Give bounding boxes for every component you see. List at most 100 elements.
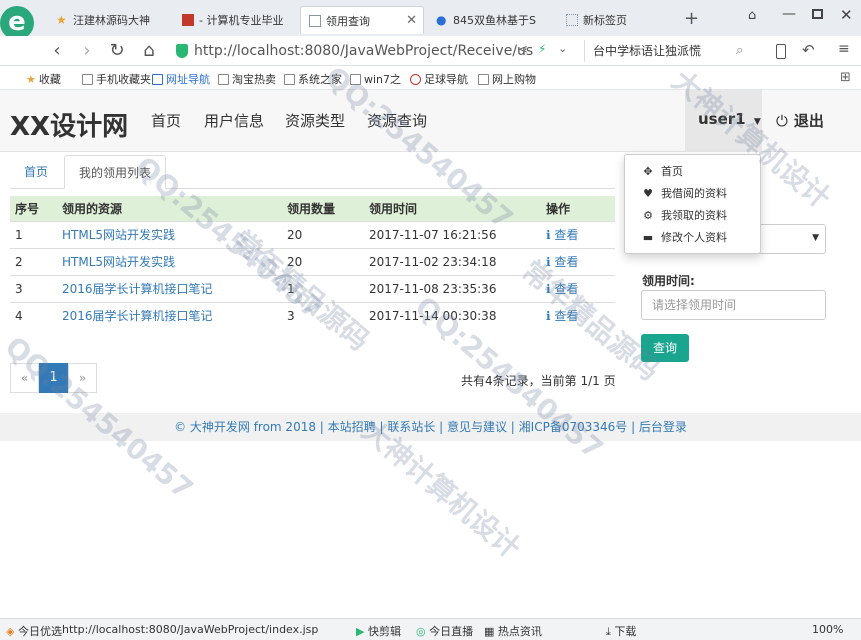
zoom-level[interactable]: 100% [812, 623, 843, 636]
search-input[interactable]: 台中学标语让独派慌 [584, 40, 756, 62]
header-no: 序号 [10, 196, 57, 221]
bookmark-item[interactable]: 手机收藏夹 [82, 71, 151, 87]
news-icon: ▦ [484, 625, 498, 638]
pager-next[interactable]: » [68, 363, 97, 393]
address-bar[interactable]: http://localhost:8080/JavaWebProject/Rec… [176, 40, 574, 62]
back-icon[interactable]: ‹ [46, 40, 68, 62]
folder-icon [218, 73, 229, 85]
query-button[interactable]: 查询 [641, 334, 689, 362]
apps-grid-icon[interactable]: ⊞ [840, 70, 851, 85]
nav-resource-query[interactable]: 资源查询 [367, 110, 427, 131]
card-icon: ▬ [642, 230, 654, 244]
download[interactable]: ⤓ 下载 [606, 623, 636, 639]
coupon-icon: ◈ [6, 625, 18, 638]
shirt-icon[interactable]: ⌂ [748, 8, 756, 23]
cell-no: 3 [10, 274, 57, 302]
quick-clip[interactable]: ▶ 快剪辑 [356, 623, 401, 639]
bookmark-item[interactable]: win7之 [350, 71, 401, 87]
view-button[interactable]: ℹ 查看 [546, 255, 578, 269]
close-tab-icon[interactable]: ✕ [406, 13, 417, 28]
hot-news[interactable]: ▦ 热点资讯 [484, 623, 542, 639]
bookmarks-bar: ★ 收藏 手机收藏夹 网址导航 淘宝热卖 系统之家 win7之 足球导航 网上购物… [0, 66, 861, 90]
lightning-icon[interactable]: ⚡ [538, 42, 546, 56]
play-icon: ▶ [356, 625, 368, 638]
browser-tab-bar: e ★ 汪建林源码大神 - 计算机专业毕业 领用查询 ✕ ● 845双鱼林基于S… [0, 0, 861, 40]
browser-tab-5[interactable]: 新标签页 [558, 6, 674, 34]
pager-current-page[interactable]: 1 [39, 363, 68, 393]
search-icon[interactable]: ⌕ [736, 43, 743, 58]
today-picks[interactable]: ◈ 今日优选 [6, 623, 62, 639]
nav-user-info[interactable]: 用户信息 [204, 110, 264, 131]
share-icon[interactable]: ⋖ [518, 42, 528, 56]
receive-time-input[interactable]: 请选择领用时间 [641, 290, 826, 320]
minimize-icon[interactable]: — [782, 6, 796, 22]
caret-down-icon: ▼ [812, 233, 819, 243]
pager-prev[interactable]: « [10, 363, 39, 393]
today-live[interactable]: ◎ 今日直播 [416, 623, 473, 639]
table-row: 3 2016届学长计算机接口笔记 1 2017-11-08 23:35:36 ℹ… [10, 274, 615, 302]
power-icon: ⏻ [776, 112, 788, 130]
folder-icon [350, 73, 361, 85]
site-brand[interactable]: XX设计网 [10, 106, 128, 143]
site-footer[interactable]: © 大神开发网 from 2018 | 本站招聘 | 联系站长 | 意见与建议 … [0, 413, 861, 441]
paw-icon: ● [436, 13, 447, 27]
cell-qty: 3 [282, 301, 364, 329]
bookmark-item[interactable]: 系统之家 [284, 71, 342, 87]
user-dropdown-menu: ✥ 首页 ♥ 我借阅的资料 ⚙ 我领取的资料 ▬ 修改个人资料 [624, 154, 761, 254]
bookmark-item[interactable]: 淘宝热卖 [218, 71, 276, 87]
forward-icon[interactable]: › [76, 40, 98, 62]
nav-resource-type[interactable]: 资源类型 [285, 110, 345, 131]
browser-logo-icon: e [0, 6, 34, 40]
new-tab-button[interactable]: + [684, 8, 699, 29]
table-row: 4 2016届学长计算机接口笔记 3 2017-11-14 00:30:38 ℹ… [10, 301, 615, 329]
resource-link[interactable]: HTML5网站开发实践 [62, 255, 175, 269]
nav-home[interactable]: 首页 [151, 110, 181, 131]
browser-tab-3-active[interactable]: 领用查询 ✕ [300, 6, 424, 34]
home-icon[interactable]: ⌂ [138, 40, 160, 62]
star-icon: ★ [26, 72, 36, 86]
crumb-my-receive-list[interactable]: 我的领用列表 [64, 155, 167, 189]
crumb-home[interactable]: 首页 [10, 155, 62, 189]
dropdown-item-home[interactable]: ✥ 首页 [625, 160, 760, 182]
maximize-icon[interactable] [812, 9, 823, 19]
cell-qty: 20 [282, 220, 364, 248]
undo-icon[interactable]: ↶ [802, 41, 815, 59]
cell-time: 2017-11-07 16:21:56 [364, 220, 541, 248]
dropdown-item-my-borrowed[interactable]: ♥ 我借阅的资料 [625, 182, 760, 204]
cell-no: 2 [10, 247, 57, 275]
table-header-row: 序号 领用的资源 领用数量 领用时间 操作 [10, 196, 615, 221]
browser-tab-1[interactable]: ★ 汪建林源码大神 [48, 6, 168, 34]
page-info: 共有4条记录，当前第 1/1 页 [461, 374, 616, 388]
browser-status-bar: ◈ 今日优选 http://localhost:8080/JavaWebProj… [0, 618, 861, 640]
bookmark-item[interactable]: 网址导航 [152, 71, 210, 87]
browser-tab-4[interactable]: ● 845双鱼林基于S [428, 6, 554, 34]
browser-tab-2[interactable]: - 计算机专业毕业 [174, 6, 294, 34]
reload-icon[interactable]: ↻ [106, 40, 128, 62]
bookmark-item[interactable]: 网上购物 [478, 71, 536, 87]
cell-time: 2017-11-08 23:35:36 [364, 274, 541, 302]
heart-icon: ♥ [643, 186, 653, 200]
close-window-icon[interactable]: ✕ [840, 6, 853, 24]
shield-icon [176, 44, 188, 58]
breadcrumb: 首页 我的领用列表 [10, 155, 615, 189]
view-button[interactable]: ℹ 查看 [546, 309, 578, 323]
menu-icon[interactable]: ≡ [838, 41, 850, 57]
user-menu-toggle[interactable]: user1 ▼ [685, 90, 762, 152]
resource-link[interactable]: 2016届学长计算机接口笔记 [62, 282, 213, 296]
dropdown-item-my-received[interactable]: ⚙ 我领取的资料 [625, 204, 760, 226]
view-button[interactable]: ℹ 查看 [546, 282, 578, 296]
header-time: 领用时间 [364, 196, 541, 221]
red-square-icon [182, 14, 194, 26]
view-button[interactable]: ℹ 查看 [546, 228, 578, 242]
folder-icon [284, 73, 295, 85]
resource-link[interactable]: 2016届学长计算机接口笔记 [62, 309, 213, 323]
phone-icon[interactable] [776, 44, 786, 59]
dropdown-item-edit-profile[interactable]: ▬ 修改个人资料 [625, 226, 760, 248]
chevron-down-icon[interactable]: ⌄ [558, 42, 567, 55]
bookmark-item[interactable]: 足球导航 [410, 71, 468, 87]
resource-link[interactable]: HTML5网站开发实践 [62, 228, 175, 242]
table-row: 1 HTML5网站开发实践 20 2017-11-07 16:21:56 ℹ 查… [10, 220, 615, 248]
header-action: 操作 [541, 196, 615, 221]
bookmark-item[interactable]: ★ 收藏 [26, 71, 61, 87]
logout-button[interactable]: ⏻ 退出 [776, 110, 824, 131]
